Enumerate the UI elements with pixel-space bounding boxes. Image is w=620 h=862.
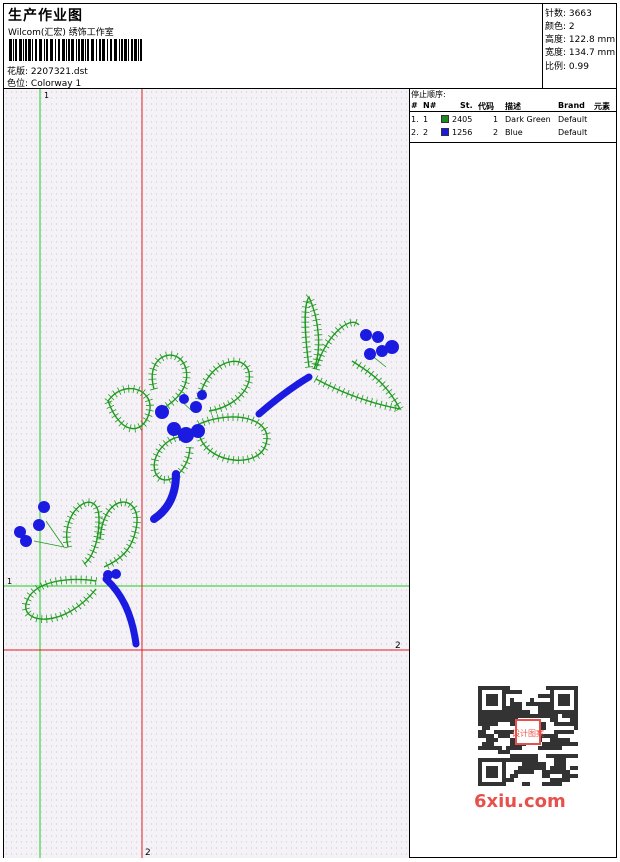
design-svg: 1 1 2 2 bbox=[4, 89, 409, 858]
header: 生产作业图 Wilcom(汇宏) 绣饰工作室 花版: 2207321.dst 色… bbox=[4, 4, 616, 89]
colorway-label: 色位: bbox=[7, 79, 28, 89]
col-num: # bbox=[411, 101, 418, 110]
color-swatch bbox=[441, 115, 449, 123]
stat-stitches: 针数: 3663 bbox=[545, 6, 592, 19]
watermark-text: 6xiu.com bbox=[474, 791, 566, 812]
stat-height: 高度: 122.8 mm bbox=[545, 32, 615, 45]
axis-label-v2: 2 bbox=[145, 848, 151, 858]
colorway-line: 色位: Colorway 1 bbox=[7, 76, 81, 89]
axis-label-h2: 2 bbox=[395, 641, 401, 651]
stop-sequence-label: 停止顺序: bbox=[411, 89, 446, 100]
qr-code-icon: 设计图案 bbox=[470, 680, 586, 792]
stats-panel: 针数: 3663 颜色: 2 高度: 122.8 mm 宽度: 134.7 mm… bbox=[542, 4, 617, 88]
green-petals bbox=[22, 294, 403, 623]
col-brand: Brand bbox=[558, 101, 585, 110]
stat-colors: 颜色: 2 bbox=[545, 19, 575, 32]
page-title: 生产作业图 bbox=[8, 5, 83, 25]
col-n: N# bbox=[423, 101, 436, 110]
axis-label-h1: 1 bbox=[7, 577, 12, 586]
blue-berries bbox=[14, 329, 399, 580]
axis-label-v1: 1 bbox=[44, 91, 49, 100]
col-st: St. bbox=[460, 101, 473, 110]
barcode bbox=[9, 39, 143, 61]
colorway-value: Colorway 1 bbox=[31, 79, 81, 89]
stop-sequence-panel: 停止顺序: # N# St. 代码 描述 Brand 元素 1. 1 2405 … bbox=[410, 89, 616, 143]
design-canvas: 1 1 2 2 bbox=[4, 89, 410, 858]
studio-name: Wilcom(汇宏) 绣饰工作室 bbox=[8, 25, 114, 38]
stat-scale: 比例: 0.99 bbox=[545, 59, 589, 72]
color-swatch bbox=[441, 128, 449, 136]
stat-width: 宽度: 134.7 mm bbox=[545, 45, 615, 58]
qr-stamp: 设计图案 bbox=[512, 728, 544, 738]
green-stems bbox=[34, 351, 386, 547]
